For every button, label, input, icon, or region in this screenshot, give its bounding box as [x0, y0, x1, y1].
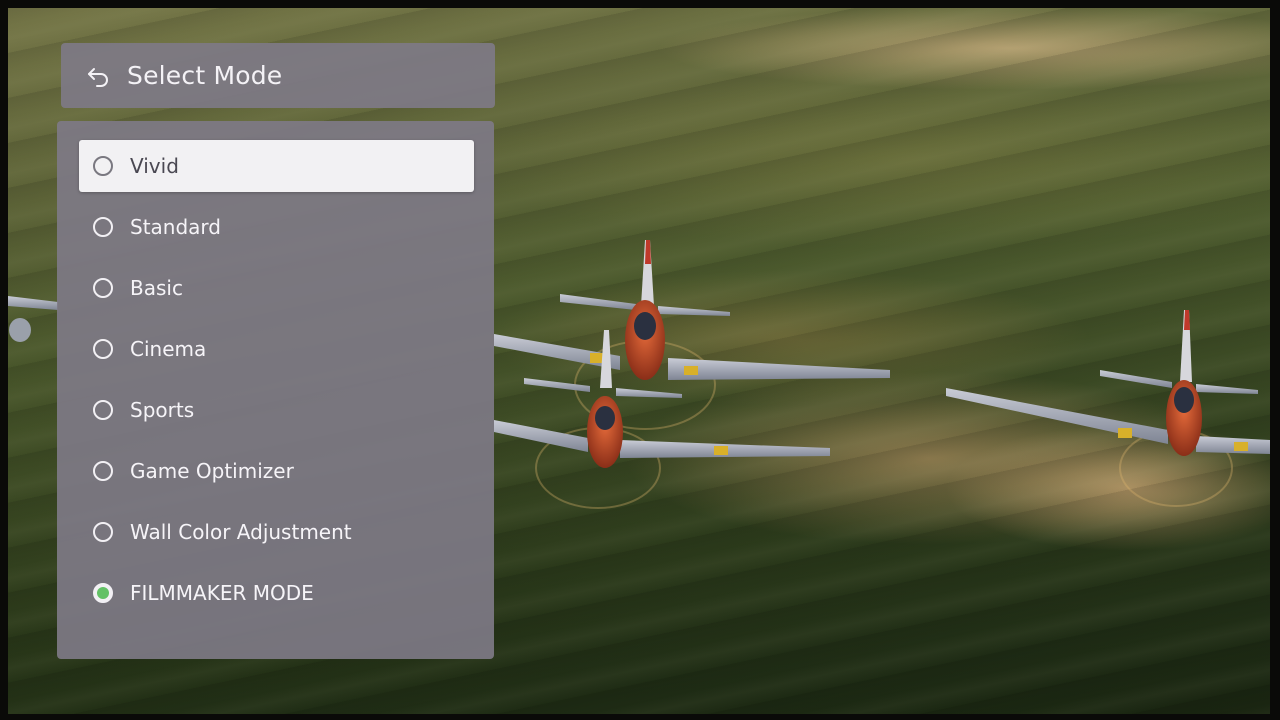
mode-option-vivid[interactable]: Vivid [79, 140, 474, 192]
mode-label: Cinema [130, 337, 207, 361]
mode-label: Vivid [130, 154, 179, 178]
mode-label: Standard [130, 215, 221, 239]
mode-option-filmmaker-mode[interactable]: FILMMAKER MODE [79, 567, 474, 619]
mode-option-cinema[interactable]: Cinema [79, 323, 474, 375]
selected-dot-icon [97, 587, 109, 599]
radio-button[interactable] [93, 522, 113, 542]
mode-label: Sports [130, 398, 195, 422]
mode-label: Wall Color Adjustment [130, 520, 352, 544]
mode-list: Vivid Standard Basic Cinema Sports Game … [57, 121, 494, 659]
radio-button[interactable] [93, 156, 113, 176]
mode-option-game-optimizer[interactable]: Game Optimizer [79, 445, 474, 497]
radio-button[interactable] [93, 400, 113, 420]
back-arrow-icon[interactable] [87, 64, 111, 88]
mode-option-basic[interactable]: Basic [79, 262, 474, 314]
radio-button[interactable] [93, 217, 113, 237]
radio-button[interactable] [93, 278, 113, 298]
radio-button[interactable] [93, 339, 113, 359]
mode-label: FILMMAKER MODE [130, 581, 314, 605]
mode-label: Game Optimizer [130, 459, 294, 483]
menu-header: Select Mode [61, 43, 495, 108]
plane-lead [494, 240, 890, 430]
plane-wing-right [946, 310, 1270, 507]
plane-partial-left [8, 296, 58, 342]
mode-option-sports[interactable]: Sports [79, 384, 474, 436]
mode-option-wall-color-adjustment[interactable]: Wall Color Adjustment [79, 506, 474, 558]
mode-label: Basic [130, 276, 183, 300]
radio-button[interactable] [93, 461, 113, 481]
mode-option-standard[interactable]: Standard [79, 201, 474, 253]
menu-title: Select Mode [127, 61, 283, 90]
radio-button-selected[interactable] [93, 583, 113, 603]
